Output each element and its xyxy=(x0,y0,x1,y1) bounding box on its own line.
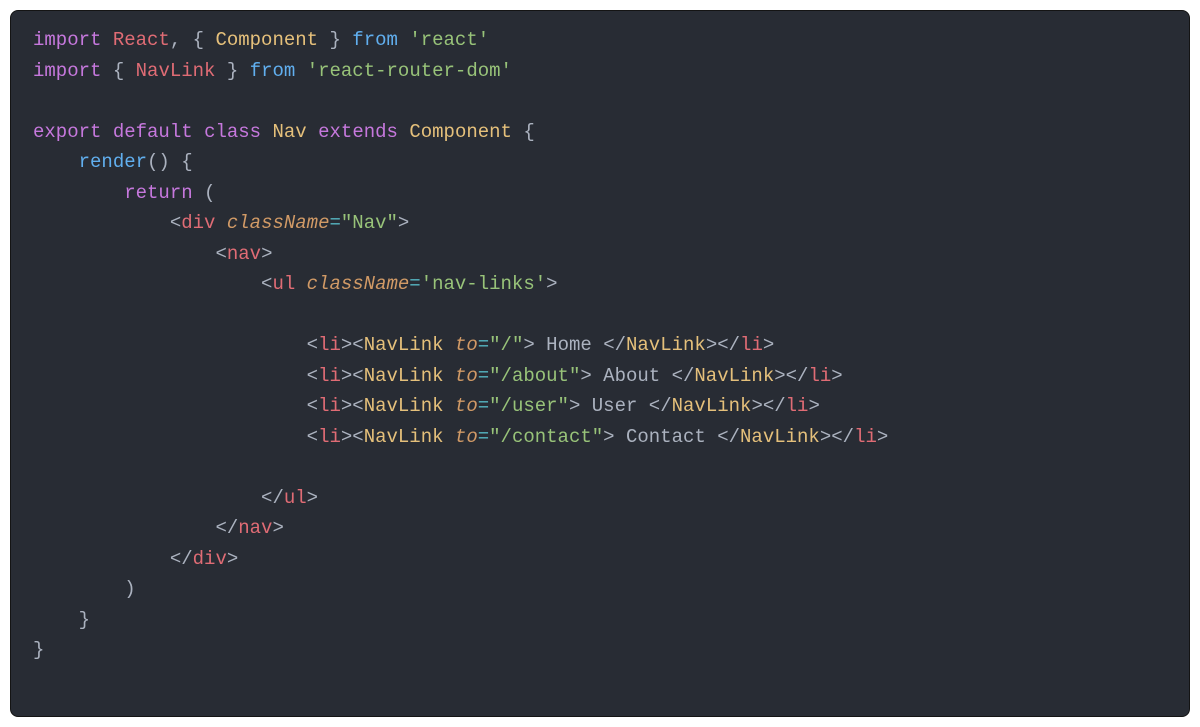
code-line-close-render: } xyxy=(33,609,90,631)
code-line-7: <div className="Nav"> xyxy=(33,212,409,234)
code-line-2: import { NavLink } from 'react-router-do… xyxy=(33,60,512,82)
id-component: Component xyxy=(215,29,318,51)
kw-extends: extends xyxy=(318,121,398,143)
attr-to: to xyxy=(455,334,478,356)
kw-export: export xyxy=(33,121,101,143)
tag-li: li xyxy=(318,334,341,356)
str-nav-links: 'nav-links' xyxy=(421,273,546,295)
code-line-9: <ul className='nav-links'> xyxy=(33,273,558,295)
class-nav: Nav xyxy=(272,121,306,143)
code-line-close-div: </div> xyxy=(33,548,238,570)
code-line-contact: <li><NavLink to="/contact"> Contact </Na… xyxy=(33,426,888,448)
code-line-close-return: ) xyxy=(33,578,136,600)
str-user: "/user" xyxy=(489,395,569,417)
str-root: "/" xyxy=(489,334,523,356)
kw-import: import xyxy=(33,29,101,51)
text-user: User xyxy=(580,395,648,417)
code-line-6: return ( xyxy=(33,182,215,204)
code-line-close-ul: </ul> xyxy=(33,487,318,509)
kw-return: return xyxy=(124,182,192,204)
str-react: 'react' xyxy=(409,29,489,51)
attr-classname: className xyxy=(307,273,410,295)
class-component: Component xyxy=(409,121,512,143)
id-react: React xyxy=(113,29,170,51)
method-render: render xyxy=(79,151,147,173)
code-line-4: export default class Nav extends Compone… xyxy=(33,121,535,143)
text-about: About xyxy=(592,365,672,387)
str-nav-class: "Nav" xyxy=(341,212,398,234)
kw-from: from xyxy=(352,29,398,51)
code-line-close-class: } xyxy=(33,639,44,661)
tag-ul: ul xyxy=(272,273,295,295)
text-home: Home xyxy=(535,334,603,356)
text-contact: Contact xyxy=(615,426,718,448)
code-line-5: render() { xyxy=(33,151,193,173)
code-line-home: <li><NavLink to="/"> Home </NavLink></li… xyxy=(33,334,774,356)
kw-from: from xyxy=(250,60,296,82)
tag-nav: nav xyxy=(227,243,261,265)
tag-div: div xyxy=(181,212,215,234)
code-line-about: <li><NavLink to="/about"> About </NavLin… xyxy=(33,365,843,387)
kw-import: import xyxy=(33,60,101,82)
attr-classname: className xyxy=(227,212,330,234)
code-editor-block: import React, { Component } from 'react'… xyxy=(10,10,1190,717)
comp-navlink: NavLink xyxy=(364,334,444,356)
kw-default: default xyxy=(113,121,193,143)
code-line-close-nav: </nav> xyxy=(33,517,284,539)
code-line-8: <nav> xyxy=(33,243,272,265)
code-line-user: <li><NavLink to="/user"> User </NavLink>… xyxy=(33,395,820,417)
id-navlink: NavLink xyxy=(136,60,216,82)
str-contact: "/contact" xyxy=(489,426,603,448)
str-react-router-dom: 'react-router-dom' xyxy=(307,60,512,82)
str-about: "/about" xyxy=(489,365,580,387)
kw-class: class xyxy=(204,121,261,143)
code-line-1: import React, { Component } from 'react' xyxy=(33,29,489,51)
